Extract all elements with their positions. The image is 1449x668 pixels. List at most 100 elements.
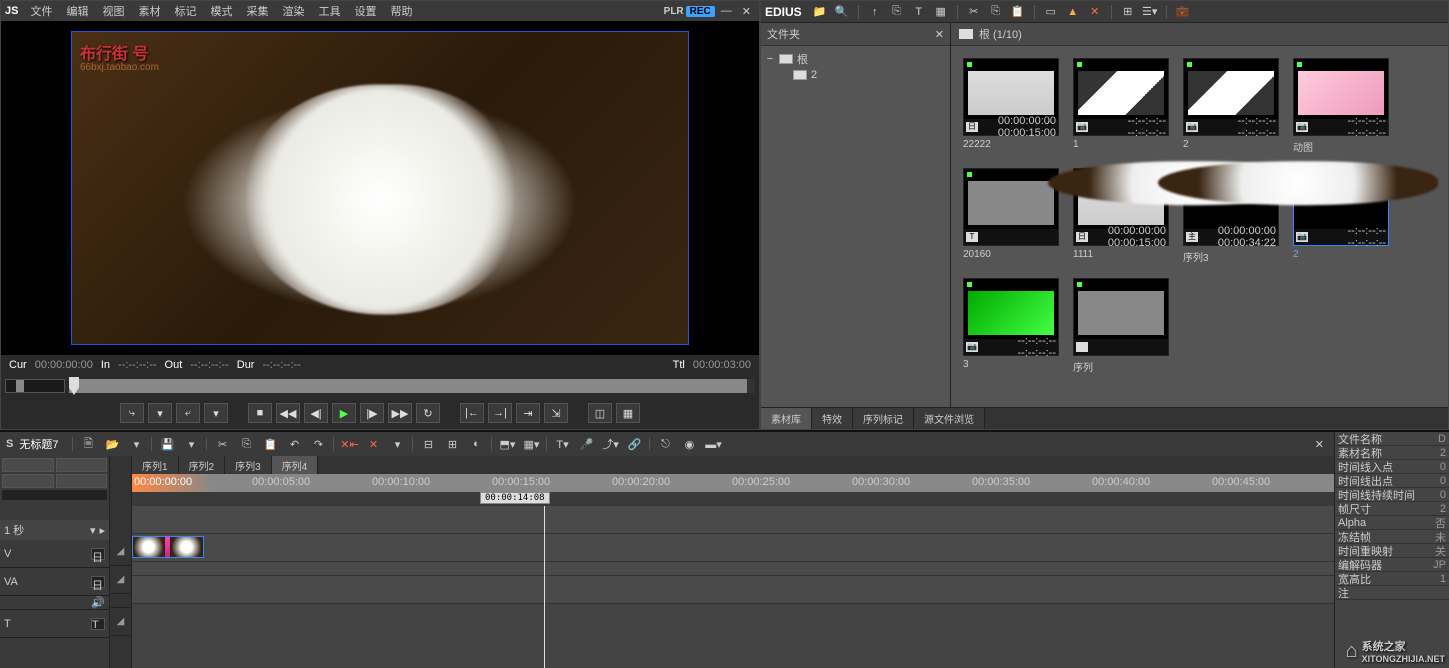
seq-tab-3[interactable]: 序列3 [225, 456, 272, 474]
tab-effects[interactable]: 特效 [812, 408, 853, 429]
playhead[interactable] [544, 506, 545, 668]
track-expand[interactable]: ◢ [110, 538, 131, 566]
toggle-icon[interactable]: ◐ [467, 435, 485, 453]
timeline-ruler[interactable]: 00:00:00:00 00:00:05:00 00:00:10:00 00:0… [132, 474, 1334, 492]
tree-root[interactable]: −根 [765, 50, 946, 68]
tree-child[interactable]: 2 [765, 68, 946, 82]
mixer-icon[interactable]: ⎋ [656, 435, 674, 453]
set-in-button[interactable]: ⤷ [120, 403, 144, 423]
copy-icon[interactable]: ⎘ [988, 4, 1004, 20]
search-icon[interactable]: 🔍 [834, 4, 850, 20]
paste-icon[interactable]: 📋 [261, 435, 279, 453]
title-icon[interactable]: T [911, 4, 927, 20]
track-va[interactable] [132, 534, 1334, 562]
extra-2-button[interactable]: ▦ [616, 403, 640, 423]
sort-icon[interactable]: ▲ [1065, 4, 1081, 20]
bin-clip[interactable]: 📷--:--:--:----:--:--:--2 [1183, 58, 1279, 154]
track-header[interactable]: VA日 [0, 568, 109, 596]
minimize-button[interactable]: — [717, 5, 736, 17]
tl-opt-1[interactable] [2, 458, 54, 472]
rec-button[interactable]: REC [686, 6, 715, 17]
menu-settings[interactable]: 设置 [348, 1, 382, 21]
tab-markers[interactable]: 序列标记 [853, 408, 914, 429]
export-icon[interactable]: ⤴▾ [601, 435, 619, 453]
rewind-button[interactable]: ◀◀ [276, 403, 300, 423]
prev-edit-button[interactable]: |← [460, 403, 484, 423]
timeline-clip[interactable] [132, 536, 204, 558]
list-view-icon[interactable]: ☰▾ [1142, 4, 1158, 20]
menu-render[interactable]: 渲染 [276, 1, 310, 21]
dropdown-icon[interactable]: ▾ [182, 435, 200, 453]
overwrite-button[interactable]: ⇲ [544, 403, 568, 423]
set-out-button[interactable]: ⤶ [176, 403, 200, 423]
menu-tools[interactable]: 工具 [312, 1, 346, 21]
save-icon[interactable]: 💾 [158, 435, 176, 453]
track-t[interactable] [132, 576, 1334, 604]
bin-clip[interactable]: 📷--:--:--:----:--:--:--2 [1293, 168, 1389, 264]
dropdown-in[interactable]: ▾ [148, 403, 172, 423]
tab-source-browse[interactable]: 源文件浏览 [914, 408, 985, 429]
tab-library[interactable]: 素材库 [761, 408, 812, 429]
tl-opt-2[interactable] [56, 458, 108, 472]
tl-opt-3[interactable] [2, 474, 54, 488]
bin-clip[interactable]: 📷--:--:--:----:--:--:--动图 [1293, 58, 1389, 154]
scrub-track[interactable] [69, 379, 755, 393]
menu-view[interactable]: 视图 [96, 1, 130, 21]
bin-clip[interactable]: T20160 [963, 168, 1059, 264]
new-seq-icon[interactable]: 🗎 [79, 435, 97, 453]
seq-tab-1[interactable]: 序列1 [132, 456, 179, 474]
preview-viewport[interactable]: 布行街 号 66bxj.taobao.com [1, 21, 759, 355]
tl-opt-4[interactable] [56, 474, 108, 488]
cut-icon[interactable]: ✂ [966, 4, 982, 20]
bin-clip[interactable]: 序列 [1073, 278, 1169, 374]
dropdown-out[interactable]: ▾ [204, 403, 228, 423]
track-expand[interactable]: ◢ [110, 566, 131, 594]
track-expand[interactable]: ◢ [110, 608, 131, 636]
view-icon[interactable]: ▭ [1043, 4, 1059, 20]
scale-right-icon[interactable]: ▸ [99, 524, 105, 537]
stop-button[interactable]: ■ [248, 403, 272, 423]
cut-icon[interactable]: ✂ [213, 435, 231, 453]
menu-help[interactable]: 帮助 [384, 1, 418, 21]
delete-icon[interactable]: ✕ [364, 435, 382, 453]
scale-down-icon[interactable]: ▾ [90, 524, 96, 537]
extra-1-button[interactable]: ◫ [588, 403, 612, 423]
seq-tab-4[interactable]: 序列4 [272, 456, 319, 474]
bin-clip[interactable]: 📷--:--:--:----:--:--:--1 [1073, 58, 1169, 154]
delete-icon[interactable]: ✕ [1087, 4, 1103, 20]
track-header[interactable]: TT [0, 610, 109, 638]
title-tool-icon[interactable]: T▾ [553, 435, 571, 453]
menu-file[interactable]: 文件 [24, 1, 58, 21]
render-icon[interactable]: ▦▾ [522, 435, 540, 453]
layout-icon[interactable]: ▬▾ [704, 435, 722, 453]
close-timeline[interactable]: ✕ [1311, 438, 1328, 451]
bin-clip[interactable]: 📷--:--:--:----:--:--:--3 [963, 278, 1059, 374]
next-edit-button[interactable]: →| [488, 403, 512, 423]
redo-icon[interactable]: ↷ [309, 435, 327, 453]
link-icon[interactable]: 🔗 [625, 435, 643, 453]
track-header[interactable]: V日 [0, 540, 109, 568]
marker-icon[interactable]: ⬒▾ [498, 435, 516, 453]
scrub-zoom[interactable] [5, 379, 65, 393]
menu-marker[interactable]: 标记 [168, 1, 202, 21]
scope-icon[interactable]: ◉ [680, 435, 698, 453]
menu-capture[interactable]: 采集 [240, 1, 274, 21]
group-icon[interactable]: ⊞ [443, 435, 461, 453]
split-icon[interactable]: ⊟ [419, 435, 437, 453]
settings-icon[interactable]: 💼 [1175, 4, 1191, 20]
menu-mode[interactable]: 模式 [204, 1, 238, 21]
track-v[interactable] [132, 506, 1334, 534]
voiceover-icon[interactable]: 🎤 [577, 435, 595, 453]
open-icon[interactable]: 📂 [103, 435, 121, 453]
insert-button[interactable]: ⇥ [516, 403, 540, 423]
up-arrow-icon[interactable]: ↑ [867, 4, 883, 20]
fast-forward-button[interactable]: ▶▶ [388, 403, 412, 423]
copy-icon[interactable]: ⎘ [237, 435, 255, 453]
close-folder-panel[interactable]: ✕ [935, 28, 944, 41]
bin-clip[interactable]: 日00:00:00:0000:00:15:0022222 [963, 58, 1059, 154]
track-va-audio[interactable] [132, 562, 1334, 576]
menu-clip[interactable]: 素材 [132, 1, 166, 21]
folder-icon[interactable]: 📁 [812, 4, 828, 20]
step-forward-button[interactable]: |▶ [360, 403, 384, 423]
timeline-scale[interactable]: 1 秒 ▾ ▸ [0, 520, 109, 540]
